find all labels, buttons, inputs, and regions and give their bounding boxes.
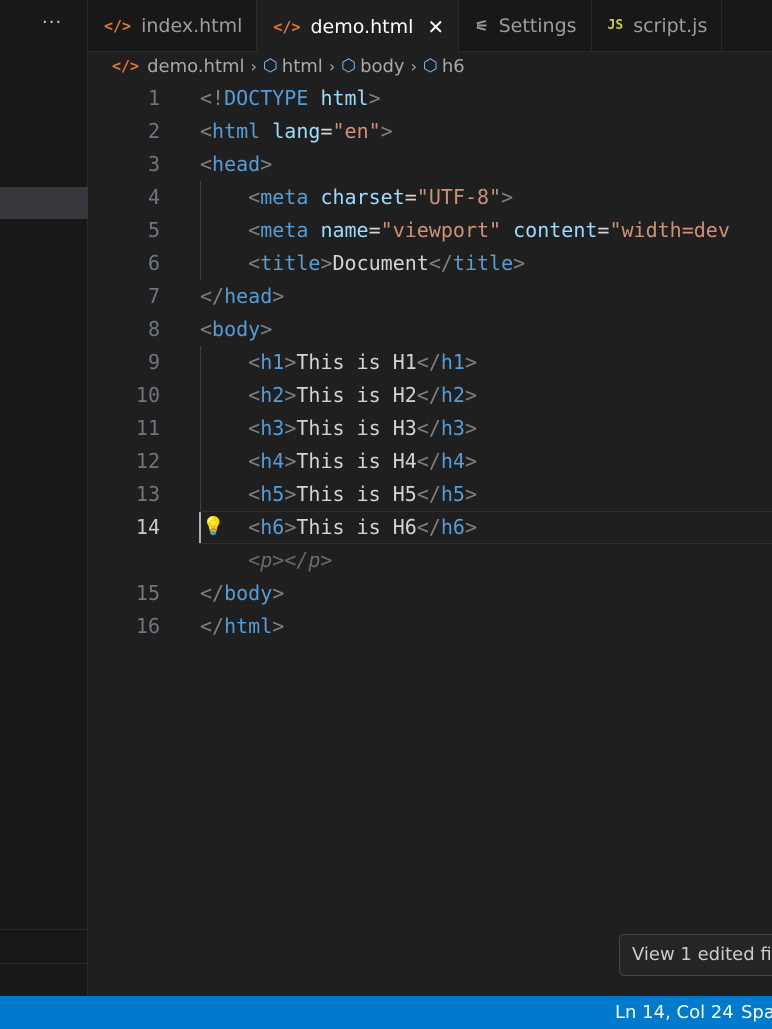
- tab-index-html[interactable]: </> index.html: [88, 0, 258, 51]
- code-text: <h2>This is H2</h2>: [248, 383, 478, 407]
- line-number: 8: [147, 317, 160, 341]
- side-panel: ···: [0, 0, 88, 996]
- cursor-position[interactable]: Ln 14, Col 24: [615, 996, 734, 1029]
- line-number: 10: [135, 383, 160, 407]
- line-number: 9: [147, 350, 160, 374]
- code-text: <h5>This is H5</h5>: [248, 482, 478, 506]
- line-number: 2: [147, 119, 160, 143]
- line-number: 14: [135, 515, 160, 539]
- tab-label: Settings: [498, 14, 577, 37]
- code-text: </head>: [200, 284, 285, 308]
- code-text: <html lang="en">: [200, 119, 393, 143]
- code-text: <h3>This is H3</h3>: [248, 416, 478, 440]
- close-icon[interactable]: ✕: [427, 15, 444, 39]
- edited-files-notification[interactable]: View 1 edited file: [619, 934, 772, 976]
- symbol-cube-icon: ⬡: [262, 56, 278, 76]
- chevron-right-icon: ›: [328, 56, 336, 76]
- code-line[interactable]: 16 </html>: [88, 610, 772, 643]
- breadcrumb-item[interactable]: body: [360, 56, 405, 77]
- code-editor[interactable]: 💡 1 <!DOCTYPE html> 2 <html lang="en"> 3 <hea…: [88, 82, 772, 996]
- tab-label: script.js: [633, 14, 708, 37]
- code-text: </body>: [200, 581, 285, 605]
- panel-divider: [0, 929, 88, 930]
- chevron-right-icon: ›: [410, 56, 417, 76]
- breadcrumb-item[interactable]: h6: [442, 56, 465, 77]
- code-line[interactable]: 15 </body>: [88, 577, 772, 610]
- tab-demo-html[interactable]: </> demo.html ✕: [257, 0, 460, 52]
- html-file-icon: </>: [273, 17, 301, 36]
- status-bar: Ln 14, Col 24 Spaces: 4: [0, 996, 772, 1029]
- indentation-status[interactable]: Spaces: 4: [741, 996, 772, 1029]
- symbol-cube-icon: ⬡: [423, 56, 438, 76]
- code-line[interactable]: 1 <!DOCTYPE html>: [88, 82, 772, 115]
- code-text: <meta charset="UTF-8">: [248, 185, 514, 209]
- line-number: 15: [135, 581, 160, 605]
- code-line[interactable]: 3 <head>: [88, 148, 772, 181]
- code-line[interactable]: 7 </head>: [88, 280, 772, 313]
- js-file-icon: JS: [607, 18, 624, 33]
- tab-settings[interactable]: ⚟ Settings: [459, 0, 592, 51]
- code-text: <p></p>: [248, 548, 333, 572]
- symbol-cube-icon: ⬡: [341, 56, 357, 76]
- code-text: <!DOCTYPE html>: [200, 86, 381, 110]
- code-line[interactable]: <p></p>: [88, 544, 772, 577]
- code-line[interactable]: 9 <h1>This is H1</h1>: [88, 346, 772, 379]
- line-number: 5: [147, 218, 160, 242]
- tab-label: demo.html: [310, 15, 414, 38]
- code-line[interactable]: 4 <meta charset="UTF-8">: [88, 181, 772, 214]
- code-text: </html>: [200, 614, 285, 638]
- code-text: <h1>This is H1</h1>: [248, 350, 478, 374]
- breadcrumb-file[interactable]: demo.html: [147, 56, 244, 77]
- code-line[interactable]: 13 <h5>This is H5</h5>: [88, 478, 772, 511]
- line-number: 12: [135, 449, 160, 473]
- code-line[interactable]: 11 <h3>This is H3</h3>: [88, 412, 772, 445]
- tab-script-js[interactable]: JS script.js: [592, 0, 723, 51]
- line-number: 4: [147, 185, 160, 209]
- breadcrumb: </> demo.html › ⬡ html › ⬡ body › ⬡ h6: [112, 53, 465, 79]
- line-number: 16: [135, 614, 160, 638]
- line-number: 11: [135, 416, 160, 440]
- code-line[interactable]: 14 <h6>This is H6</h6>: [88, 511, 772, 544]
- selected-explorer-item[interactable]: [0, 187, 88, 219]
- code-text: <h6>This is H6</h6>: [248, 515, 478, 539]
- line-number: 3: [147, 152, 160, 176]
- panel-divider: [0, 963, 88, 964]
- settings-sliders-icon: ⚟: [475, 16, 489, 35]
- code-line[interactable]: 2 <html lang="en">: [88, 115, 772, 148]
- html-file-icon: </>: [112, 57, 140, 75]
- code-text: <title>Document</title>: [248, 251, 526, 275]
- line-number: 1: [147, 86, 160, 110]
- more-actions-icon[interactable]: ···: [42, 12, 62, 33]
- html-file-icon: </>: [104, 16, 132, 35]
- chevron-right-icon: ›: [250, 56, 257, 76]
- code-line[interactable]: 6 <title>Document</title>: [88, 247, 772, 280]
- code-text: <meta name="viewport" content="width=dev: [248, 218, 730, 242]
- code-line[interactable]: 12 <h4>This is H4</h4>: [88, 445, 772, 478]
- breadcrumb-item[interactable]: html: [282, 56, 323, 77]
- code-text: <h4>This is H4</h4>: [248, 449, 478, 473]
- code-line[interactable]: 5 <meta name="viewport" content="width=d…: [88, 214, 772, 247]
- editor-tabs: </> index.html </> demo.html ✕ ⚟ Setting…: [88, 0, 772, 52]
- tab-label: index.html: [141, 14, 243, 37]
- code-line[interactable]: 10 <h2>This is H2</h2>: [88, 379, 772, 412]
- code-text: <body>: [200, 317, 273, 341]
- line-number: 6: [147, 251, 160, 275]
- code-text: <head>: [200, 152, 273, 176]
- code-line[interactable]: 8 <body>: [88, 313, 772, 346]
- line-number: 13: [135, 482, 160, 506]
- line-number: 7: [147, 284, 160, 308]
